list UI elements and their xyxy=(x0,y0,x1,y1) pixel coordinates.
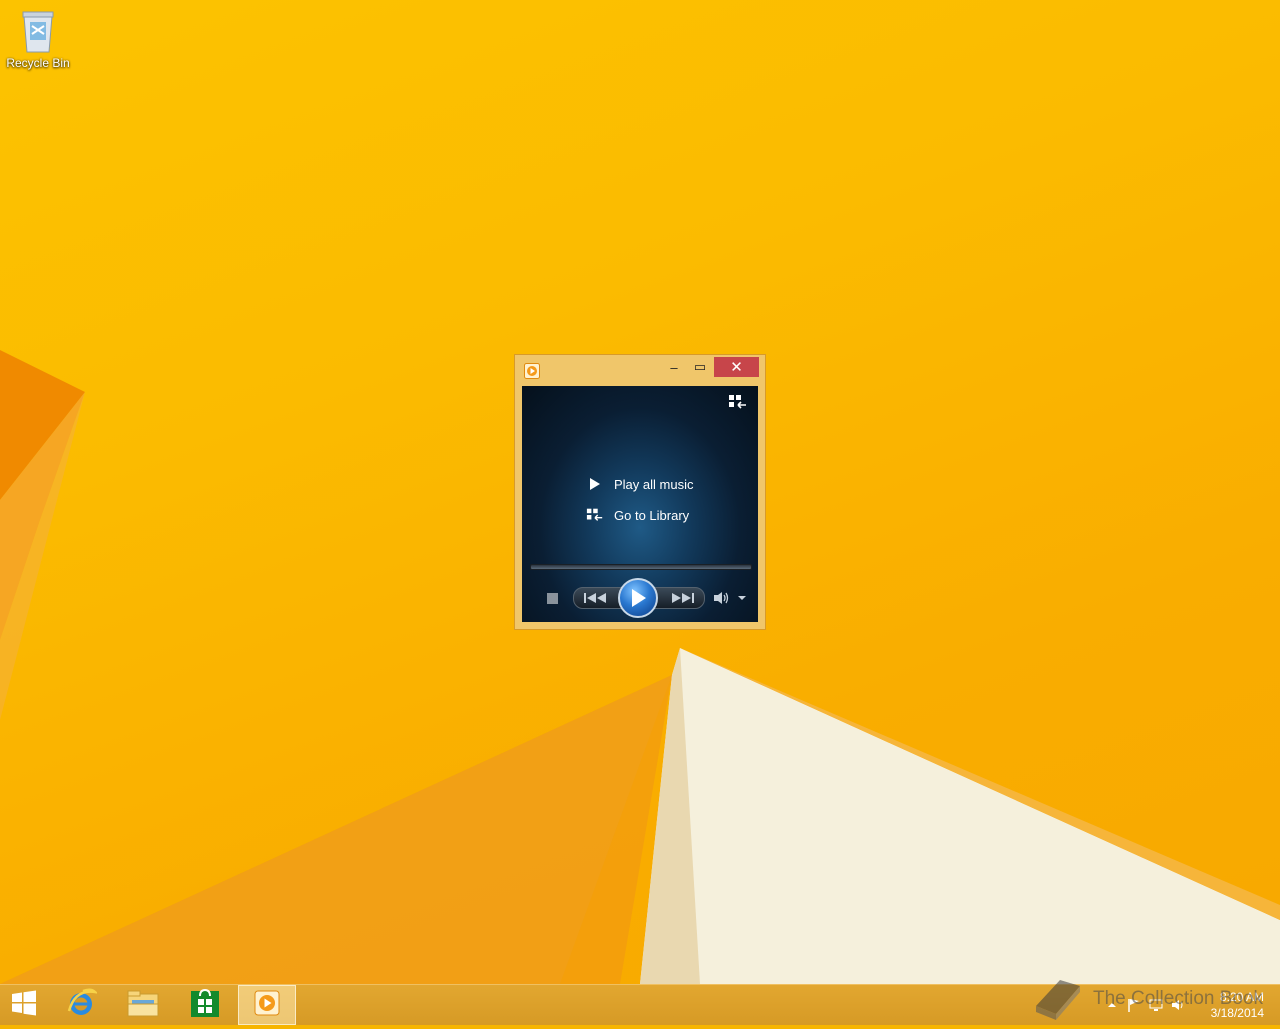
switch-to-library-icon[interactable] xyxy=(728,394,748,410)
switch-to-library-icon xyxy=(586,507,604,523)
system-tray: 8:20 AM 3/18/2014 xyxy=(1100,985,1280,1025)
next-button[interactable] xyxy=(664,589,700,607)
go-to-library-label: Go to Library xyxy=(614,507,690,523)
desktop-icon-label: Recycle Bin xyxy=(6,56,70,70)
windows-media-player-icon xyxy=(254,990,280,1021)
recycle-bin-icon xyxy=(18,6,58,54)
start-button[interactable] xyxy=(0,985,48,1025)
windows-logo-icon xyxy=(11,990,37,1021)
desktop-icon-recycle-bin[interactable]: Recycle Bin xyxy=(4,6,72,70)
stop-button[interactable] xyxy=(546,592,558,604)
taskbar-file-explorer[interactable] xyxy=(114,985,172,1025)
folder-icon xyxy=(126,988,160,1023)
volume-icon[interactable] xyxy=(1170,997,1186,1013)
previous-button[interactable] xyxy=(578,589,614,607)
store-icon xyxy=(190,988,220,1023)
playback-controls xyxy=(522,578,758,618)
action-center-flag-icon[interactable] xyxy=(1126,997,1142,1013)
play-icon xyxy=(586,476,604,492)
show-hidden-icons-icon[interactable] xyxy=(1104,997,1120,1013)
go-to-library-link[interactable]: Go to Library xyxy=(586,505,689,525)
window-titlebar[interactable]: – ▭ ✕ xyxy=(515,355,765,385)
taskbar: 8:20 AM 3/18/2014 xyxy=(0,984,1280,1025)
taskbar-store[interactable] xyxy=(176,985,234,1025)
play-all-music-label: Play all music xyxy=(614,476,694,492)
clock[interactable]: 8:20 AM 3/18/2014 xyxy=(1211,989,1264,1021)
ie-icon xyxy=(65,987,99,1024)
chevron-down-icon[interactable] xyxy=(736,591,748,605)
windows-media-player-icon xyxy=(524,363,540,379)
taskbar-windows-media-player[interactable] xyxy=(238,985,296,1025)
play-all-music-link[interactable]: Play all music xyxy=(586,474,693,494)
clock-date: 3/18/2014 xyxy=(1210,1006,1264,1020)
player-area: Play all music Go to Library xyxy=(522,386,758,622)
maximize-button[interactable]: ▭ xyxy=(687,357,713,377)
taskbar-internet-explorer[interactable] xyxy=(52,985,110,1025)
play-button[interactable] xyxy=(618,578,658,618)
network-icon[interactable] xyxy=(1148,997,1164,1013)
media-player-window: – ▭ ✕ Play all music Go to Library xyxy=(514,354,766,630)
seek-bar[interactable] xyxy=(530,564,752,570)
close-button[interactable]: ✕ xyxy=(714,357,759,377)
volume-icon[interactable] xyxy=(712,589,730,607)
minimize-button[interactable]: – xyxy=(661,357,687,377)
clock-time: 8:20 AM xyxy=(1219,990,1264,1004)
